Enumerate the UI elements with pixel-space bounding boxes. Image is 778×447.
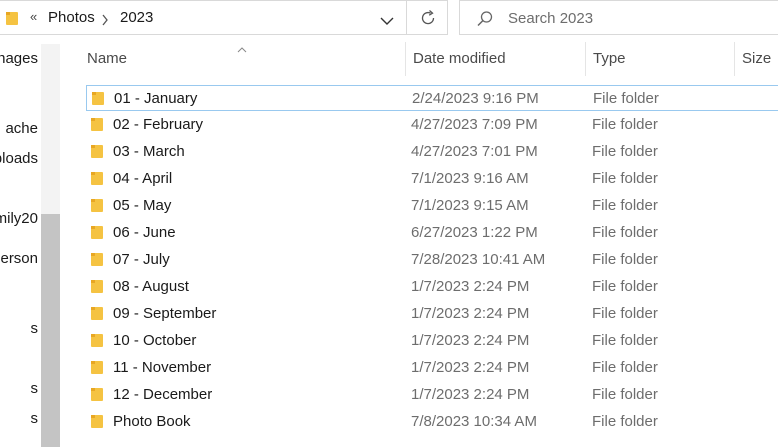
file-row[interactable]: 05 - May 7/1/2023 9:15 AM File folder	[86, 193, 778, 219]
search-input[interactable]	[508, 7, 768, 29]
nav-item-s2[interactable]: s	[31, 380, 39, 397]
file-type: File folder	[592, 143, 658, 160]
file-row[interactable]: 09 - September 1/7/2023 2:24 PM File folde…	[86, 301, 778, 327]
nav-item-s3[interactable]: s	[31, 410, 39, 427]
file-name: 02 - February	[113, 116, 204, 133]
file-type: File folder	[592, 413, 658, 430]
file-name: 06 - June	[113, 224, 176, 241]
chevron-down-icon[interactable]	[380, 13, 394, 31]
file-name: 11 - November	[113, 359, 212, 376]
breadcrumb-2023[interactable]: 2023	[120, 9, 153, 26]
folder-icon	[91, 171, 103, 191]
file-date-modified: 4/27/2023 7:01 PM	[411, 143, 538, 160]
column-divider[interactable]	[734, 42, 735, 76]
file-type: File folder	[592, 116, 658, 133]
file-date-modified: 7/28/2023 10:41 AM	[411, 251, 546, 268]
file-date-modified: 6/27/2023 1:22 PM	[411, 224, 538, 241]
file-date-modified: 1/7/2023 2:24 PM	[411, 359, 530, 376]
file-row[interactable]: 02 - February 4/27/2023 7:09 PM File folde…	[86, 112, 778, 138]
file-date-modified: 2/24/2023 9:16 PM	[412, 90, 539, 107]
file-name: 09 - September	[113, 305, 217, 322]
file-type: File folder	[592, 251, 658, 268]
file-name: 10 - October	[113, 332, 197, 349]
nav-item-cache[interactable]: ache	[5, 120, 38, 137]
file-type: File folder	[592, 386, 658, 403]
nav-item-personal[interactable]: Person	[0, 250, 38, 267]
file-row[interactable]: 11 - November 1/7/2023 2:24 PM File folder	[86, 355, 778, 381]
file-row[interactable]: 06 - June 6/27/2023 1:22 PM File folder	[86, 220, 778, 246]
refresh-button[interactable]	[407, 0, 448, 35]
file-date-modified: 7/1/2023 9:16 AM	[411, 170, 529, 187]
folder-icon	[91, 387, 103, 407]
file-name: 04 - April	[113, 170, 173, 187]
nav-item-family[interactable]: mily20	[0, 210, 38, 227]
nav-item-s1[interactable]: s	[31, 320, 39, 337]
search-box[interactable]	[459, 0, 778, 35]
chevron-right-icon[interactable]	[101, 13, 109, 31]
refresh-icon	[419, 9, 437, 32]
search-icon	[476, 10, 494, 33]
file-row[interactable]: 10 - October 1/7/2023 2:24 PM File folder	[86, 328, 778, 354]
file-type: File folder	[592, 170, 658, 187]
navigation-pane: nages ache ploads mily20 Person s s s	[0, 36, 60, 447]
file-row[interactable]: 12 - December 1/7/2023 2:24 PM File folder	[86, 382, 778, 408]
file-name: 07 - July	[113, 251, 170, 268]
folder-icon	[91, 144, 103, 164]
nav-item-uploads[interactable]: ploads	[0, 150, 38, 167]
nav-item-images[interactable]: nages	[0, 50, 38, 67]
file-row[interactable]: 08 - August 1/7/2023 2:24 PM File folder	[86, 274, 778, 300]
file-row[interactable]: Photo Book 7/8/2023 10:34 AM File folder	[86, 409, 778, 435]
folder-icon	[91, 414, 103, 434]
folder-icon	[92, 91, 104, 111]
column-divider[interactable]	[585, 42, 586, 76]
file-type: File folder	[592, 278, 658, 295]
file-name: Photo Book	[113, 413, 191, 430]
column-header-name[interactable]: Name	[87, 42, 127, 76]
file-date-modified: 1/7/2023 2:24 PM	[411, 386, 530, 403]
address-bar[interactable]: « Photos 2023	[0, 0, 407, 35]
file-name: 01 - January	[114, 90, 198, 107]
folder-icon	[91, 117, 103, 137]
file-type: File folder	[592, 305, 658, 322]
folder-icon	[91, 360, 103, 380]
file-name: 08 - August	[113, 278, 189, 295]
file-date-modified: 1/7/2023 2:24 PM	[411, 278, 530, 295]
file-list: Name Date modified Type Size 01 - Januar…	[60, 36, 778, 447]
file-type: File folder	[592, 359, 658, 376]
folder-icon	[91, 198, 103, 218]
file-type: File folder	[592, 332, 658, 349]
breadcrumb-overflow-button[interactable]: «	[30, 9, 37, 24]
folder-icon	[6, 11, 18, 31]
breadcrumb-photos[interactable]: Photos	[48, 9, 95, 26]
folder-icon	[91, 279, 103, 299]
file-date-modified: 7/8/2023 10:34 AM	[411, 413, 537, 430]
file-row[interactable]: 04 - April 7/1/2023 9:16 AM File folder	[86, 166, 778, 192]
column-header-date-modified[interactable]: Date modified	[413, 42, 506, 76]
column-divider[interactable]	[405, 42, 406, 76]
nav-scrollbar-thumb[interactable]	[41, 214, 60, 447]
file-name: 12 - December	[113, 386, 213, 403]
file-row[interactable]: 03 - March 4/27/2023 7:01 PM File folder	[86, 139, 778, 165]
folder-icon	[91, 306, 103, 326]
sort-ascending-icon	[237, 40, 247, 58]
file-type: File folder	[592, 197, 658, 214]
file-type: File folder	[592, 224, 658, 241]
file-name: 05 - May	[113, 197, 172, 214]
file-date-modified: 1/7/2023 2:24 PM	[411, 305, 530, 322]
column-header-type[interactable]: Type	[593, 42, 626, 76]
address-bar-row: « Photos 2023	[0, 0, 778, 36]
file-date-modified: 4/27/2023 7:09 PM	[411, 116, 538, 133]
folder-icon	[91, 225, 103, 245]
file-date-modified: 1/7/2023 2:24 PM	[411, 332, 530, 349]
file-date-modified: 7/1/2023 9:15 AM	[411, 197, 529, 214]
column-header-size[interactable]: Size	[742, 42, 771, 76]
folder-icon	[91, 252, 103, 272]
file-row[interactable]: 07 - July 7/28/2023 10:41 AM File folder	[86, 247, 778, 273]
folder-icon	[91, 333, 103, 353]
file-type: File folder	[593, 90, 659, 107]
file-name: 03 - March	[113, 143, 185, 160]
file-row[interactable]: 01 - January 2/24/2023 9:16 PM File folder	[86, 85, 778, 111]
